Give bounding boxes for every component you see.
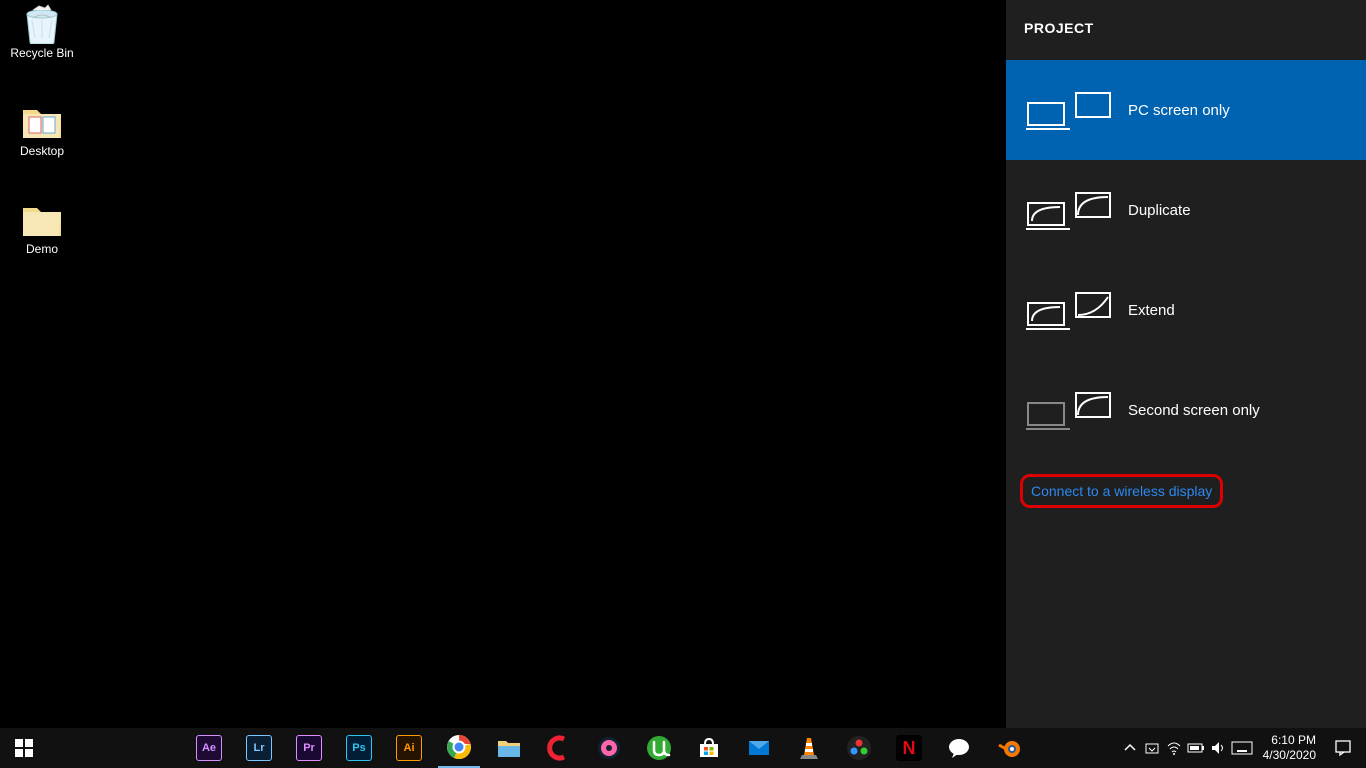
blender-icon [996,735,1022,761]
tray-onedrive[interactable] [1141,728,1163,768]
chevron-up-icon [1124,742,1136,754]
keyboard-icon [1231,741,1253,755]
start-button[interactable] [0,728,48,768]
cloud-sync-icon [1144,740,1160,756]
taskbar-app-ccleaner[interactable] [538,728,580,768]
action-center-icon [1334,739,1352,757]
project-option-label: PC screen only [1128,102,1230,119]
desktop-icon-recycle-bin[interactable]: Recycle Bin [4,4,80,60]
disc-icon [596,735,622,761]
taskbar-app-mail[interactable] [738,728,780,768]
after-effects-icon: Ae [196,735,222,761]
tray-overflow-button[interactable] [1119,728,1141,768]
photoshop-icon: Ps [346,735,372,761]
project-panel-title: PROJECT [1006,0,1366,60]
tray-volume[interactable] [1207,728,1229,768]
project-option-extend[interactable]: Extend [1006,260,1366,360]
taskbar-app-chrome[interactable] [438,728,480,768]
duplicate-icon [1024,185,1114,235]
tray-clock[interactable]: 6:10 PM 4/30/2020 [1255,733,1324,763]
desktop-icon-label: Recycle Bin [4,46,80,60]
project-option-second-screen-only[interactable]: Second screen only [1006,360,1366,460]
store-icon [696,735,722,761]
tray-date: 4/30/2020 [1263,748,1316,763]
project-option-duplicate[interactable]: Duplicate [1006,160,1366,260]
taskbar: Ae Lr Pr Ps Ai [0,728,1366,768]
utorrent-icon [646,735,672,761]
folder-icon [19,102,65,142]
desktop: Recycle Bin Desktop Demo [0,0,1006,728]
taskbar-app-file-explorer[interactable] [488,728,530,768]
project-option-pc-screen-only[interactable]: PC screen only [1006,60,1366,160]
windows-logo-icon [15,739,33,757]
chrome-icon [446,734,472,760]
premiere-icon: Pr [296,735,322,761]
recycle-bin-icon [19,4,65,44]
action-center-button[interactable] [1324,728,1362,768]
desktop-icon-demo-folder[interactable]: Demo [4,200,80,256]
tray-keyboard[interactable] [1229,728,1255,768]
pc-screen-only-icon [1024,85,1114,135]
second-screen-only-icon [1024,385,1114,435]
taskbar-app-after-effects[interactable]: Ae [188,728,230,768]
project-option-label: Duplicate [1128,202,1191,219]
vlc-icon [796,735,822,761]
taskbar-app-photoshop[interactable]: Ps [338,728,380,768]
tray-time: 6:10 PM [1263,733,1316,748]
annotation-highlight: Connect to a wireless display [1020,474,1223,508]
project-option-label: Extend [1128,302,1175,319]
illustrator-icon: Ai [396,735,422,761]
folder-icon [19,200,65,240]
tray-wifi[interactable] [1163,728,1185,768]
taskbar-app-chat[interactable] [938,728,980,768]
taskbar-app-store[interactable] [688,728,730,768]
system-tray: 6:10 PM 4/30/2020 [1119,728,1366,768]
taskbar-app-illustrator[interactable]: Ai [388,728,430,768]
connect-wireless-display-link[interactable]: Connect to a wireless display [1031,483,1212,499]
wifi-icon [1166,740,1182,756]
desktop-icon-label: Demo [4,242,80,256]
desktop-icon-label: Desktop [4,144,80,158]
file-explorer-icon [496,735,522,761]
project-panel: PROJECT PC screen only Duplicate [1006,0,1366,728]
taskbar-app-daemon[interactable] [588,728,630,768]
speaker-icon [1210,740,1226,756]
extend-icon [1024,285,1114,335]
ccleaner-icon [546,735,572,761]
desktop-icon-desktop-folder[interactable]: Desktop [4,102,80,158]
mail-icon [746,735,772,761]
taskbar-app-lightroom[interactable]: Lr [238,728,280,768]
tray-battery[interactable] [1185,728,1207,768]
taskbar-app-premiere[interactable]: Pr [288,728,330,768]
lightroom-icon: Lr [246,735,272,761]
taskbar-pinned-apps: Ae Lr Pr Ps Ai [188,728,1030,768]
netflix-icon: N [896,735,922,761]
chat-icon [946,735,972,761]
taskbar-app-resolve[interactable] [838,728,880,768]
battery-icon [1187,742,1205,754]
taskbar-app-netflix[interactable]: N [888,728,930,768]
taskbar-app-blender[interactable] [988,728,1030,768]
taskbar-app-vlc[interactable] [788,728,830,768]
project-option-label: Second screen only [1128,402,1260,419]
taskbar-app-utorrent[interactable] [638,728,680,768]
resolve-icon [846,735,872,761]
